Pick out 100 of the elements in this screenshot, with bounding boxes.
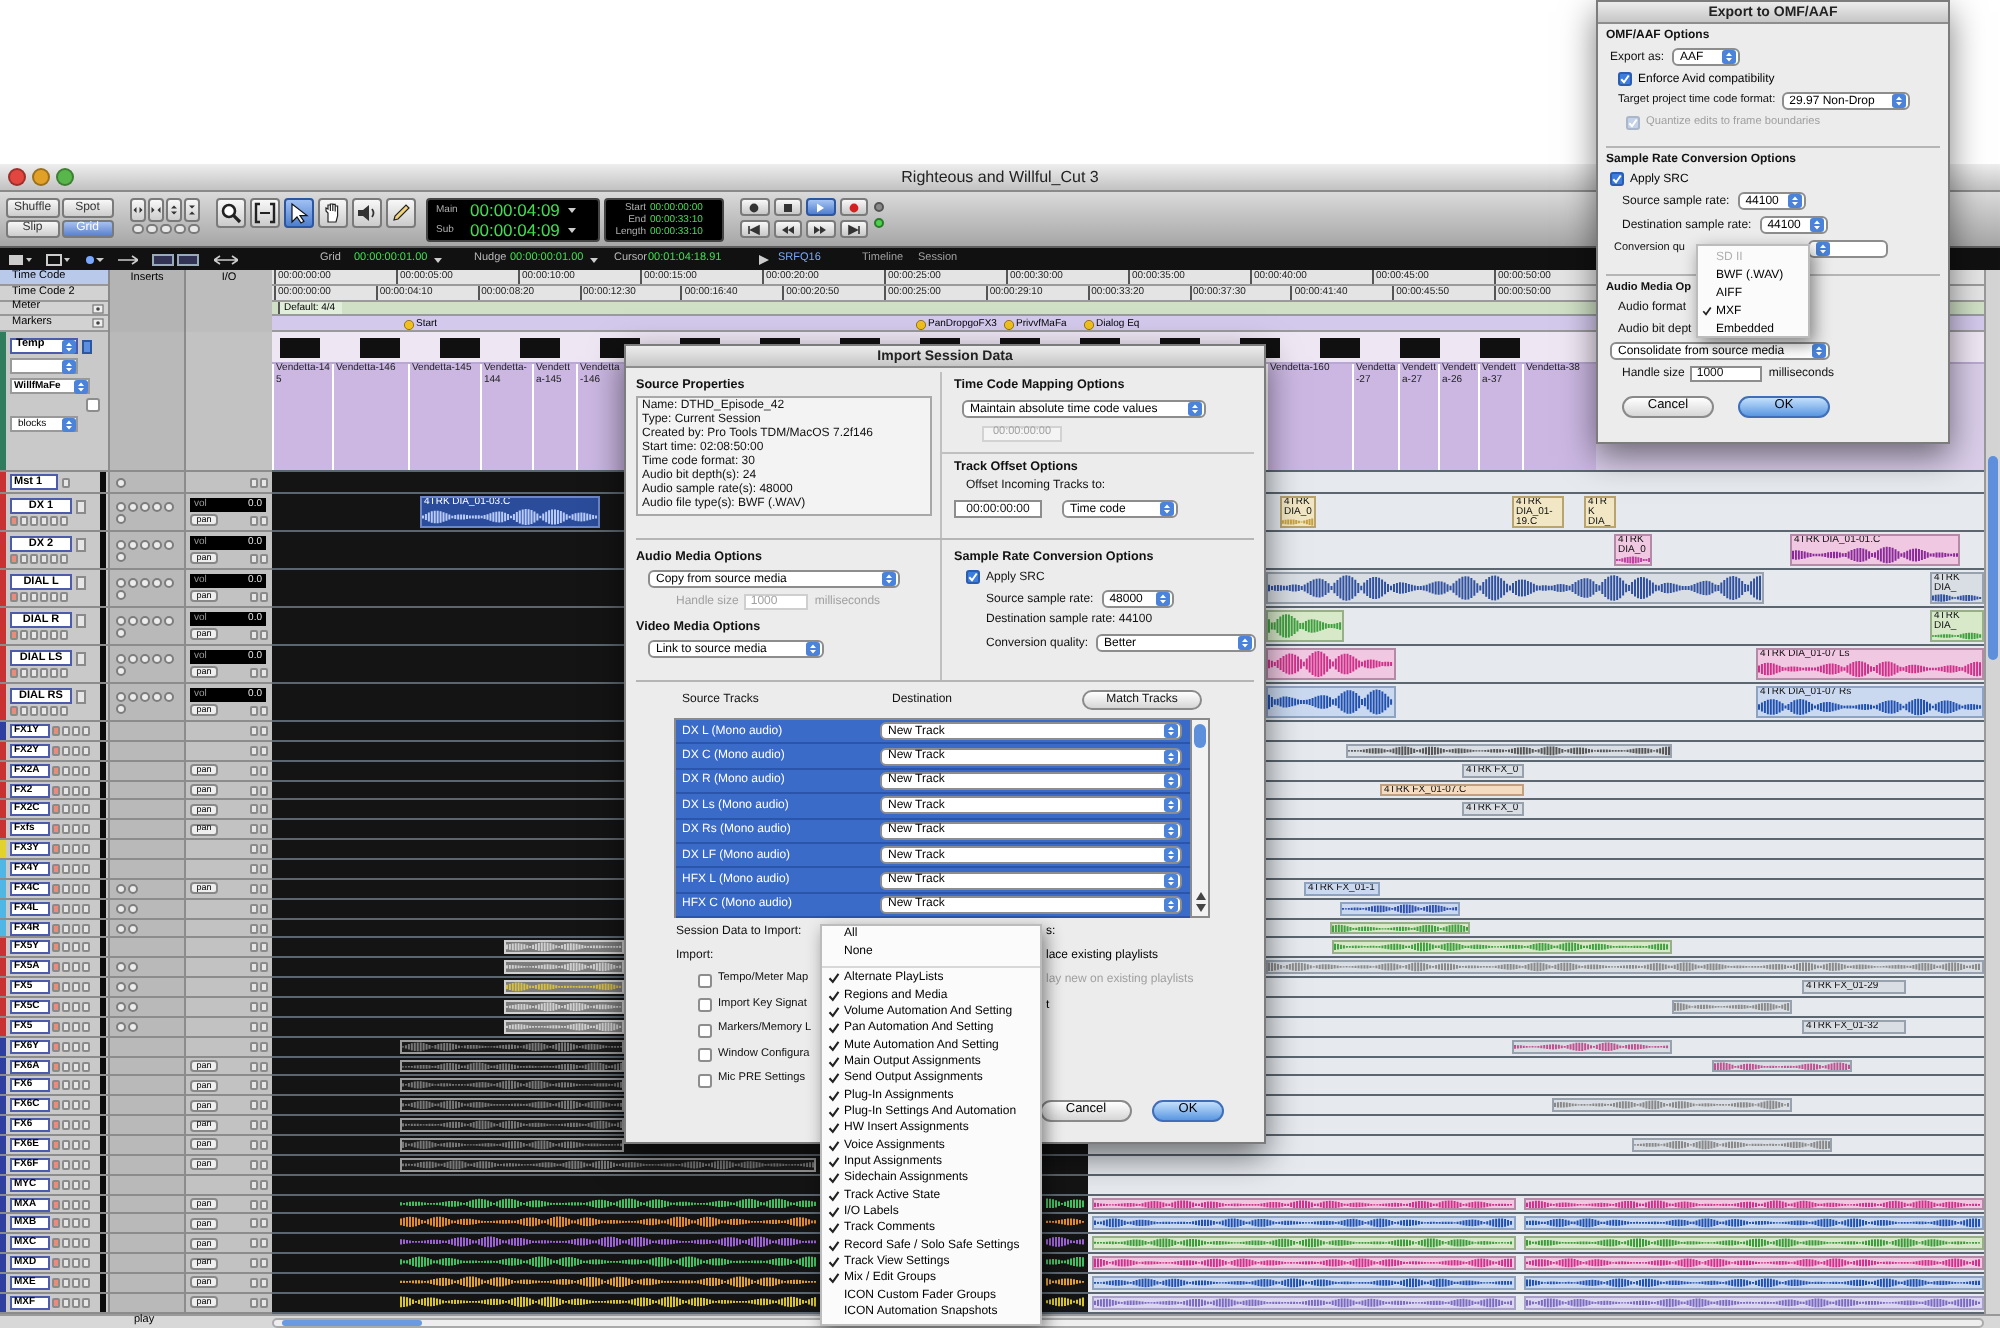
panel-icon [8, 253, 32, 265]
time-counter: 00:00:04:09 [470, 221, 560, 239]
play-icon [758, 253, 770, 265]
minimize-button[interactable] [32, 168, 50, 186]
checkmark-icon [1620, 74, 1630, 84]
track-toggle-button[interactable] [62, 477, 70, 487]
chevron-updown-icon [62, 417, 76, 431]
checkmark-icon [1702, 306, 1712, 316]
video-frame-thumbnail [360, 338, 400, 358]
audio-waveform [1046, 1256, 1084, 1269]
checkbox[interactable] [1618, 72, 1632, 86]
link-icon [152, 253, 200, 265]
tool-button[interactable] [284, 198, 314, 228]
chevron-updown-icon [1155, 592, 1170, 606]
rewind-icon [779, 223, 796, 235]
chevron-updown-icon [1164, 724, 1178, 739]
chevron-updown-icon [1164, 873, 1178, 888]
scroll-thumb[interactable] [282, 1319, 422, 1325]
transport-button[interactable] [740, 198, 769, 216]
marker-icon [404, 319, 414, 329]
play-icon [812, 201, 829, 213]
transport-button[interactable] [740, 220, 769, 238]
zoom-button[interactable] [166, 198, 182, 222]
checkmark-icon [1628, 118, 1638, 128]
scroll-thumb[interactable] [1194, 724, 1206, 748]
checkbox[interactable] [698, 1073, 712, 1088]
tool-button[interactable] [250, 198, 280, 228]
caret-down-icon [567, 226, 576, 234]
record-icon [845, 201, 862, 213]
horizontal-arrows-icon [150, 204, 162, 216]
chevron-updown-icon [1809, 218, 1824, 232]
scroll-thumb[interactable] [1988, 456, 1998, 660]
track-menu-button[interactable] [76, 499, 86, 513]
vertical-arrows-icon [186, 204, 198, 216]
transport-button[interactable] [839, 220, 868, 238]
speaker-icon [356, 202, 378, 224]
marker-icon [1004, 319, 1014, 329]
add-marker-icon [92, 303, 104, 313]
checkbox[interactable] [698, 998, 712, 1013]
tool-button[interactable] [386, 198, 416, 228]
checkbox[interactable] [698, 1023, 712, 1038]
checkbox[interactable] [1610, 172, 1624, 186]
audio-waveform [1046, 1276, 1084, 1288]
zoom-button[interactable] [130, 198, 146, 222]
tool-button[interactable] [216, 198, 246, 228]
chevron-updown-icon [1238, 636, 1253, 650]
tool-button[interactable] [352, 198, 382, 228]
track-menu-button[interactable] [76, 689, 86, 703]
track-menu-button[interactable] [76, 575, 86, 589]
video-frame-thumbnail [1400, 338, 1440, 358]
magnifier-icon [220, 202, 242, 224]
video-frame-thumbnail [1480, 338, 1520, 358]
checkbox[interactable] [966, 570, 980, 584]
tool-button[interactable] [318, 198, 348, 228]
audio-waveform [1046, 1236, 1084, 1249]
checkmark-icon [968, 572, 978, 582]
video-frame-thumbnail [1320, 338, 1360, 358]
track-menu-button[interactable] [76, 537, 86, 551]
status-light [874, 218, 884, 228]
close-button[interactable] [8, 168, 26, 186]
chevron-updown-icon [1816, 242, 1831, 256]
panel-icon [46, 253, 70, 265]
checkmark-icon [1612, 174, 1622, 184]
checkbox[interactable] [698, 973, 712, 988]
insert-slot-button[interactable] [116, 477, 126, 487]
chevron-updown-icon [1164, 848, 1178, 863]
chevron-updown-icon [1160, 502, 1174, 516]
chevron-updown-icon [1188, 402, 1202, 416]
caret-down-icon [433, 255, 442, 263]
marker-icon [1084, 319, 1094, 329]
transport-button[interactable] [773, 198, 802, 216]
dropdown[interactable] [1808, 240, 1889, 258]
transport-button[interactable] [773, 220, 802, 238]
chevron-updown-icon [62, 339, 76, 353]
transport-button[interactable] [806, 198, 835, 216]
zoom-button[interactable] [148, 198, 164, 222]
chevron-updown-icon [1164, 823, 1178, 838]
track-menu-button[interactable] [76, 613, 86, 627]
track-option-button[interactable] [82, 339, 92, 353]
chevron-updown-icon [1722, 50, 1737, 64]
arrows-icon [118, 253, 138, 265]
hand-icon [322, 202, 344, 224]
checkbox[interactable] [86, 398, 100, 412]
chevron-updown-icon [1812, 344, 1826, 358]
transport-button[interactable] [806, 220, 835, 238]
fast-forward-icon [812, 223, 829, 235]
audio-waveform [1932, 594, 1982, 602]
zoom-button[interactable] [184, 198, 200, 222]
track-menu-button[interactable] [76, 651, 86, 665]
skip-back-icon [746, 223, 763, 235]
audio-waveform [1616, 556, 1650, 564]
circle-icon [746, 201, 763, 213]
chevron-updown-icon [74, 379, 88, 393]
audio-waveform [1046, 1216, 1084, 1229]
chevron-updown-icon [806, 642, 820, 656]
audio-waveform [1932, 632, 1982, 640]
chevron-updown-icon [882, 572, 896, 586]
dropdown[interactable] [10, 358, 78, 374]
checkbox[interactable] [698, 1048, 712, 1063]
caret-down-icon [589, 255, 598, 263]
